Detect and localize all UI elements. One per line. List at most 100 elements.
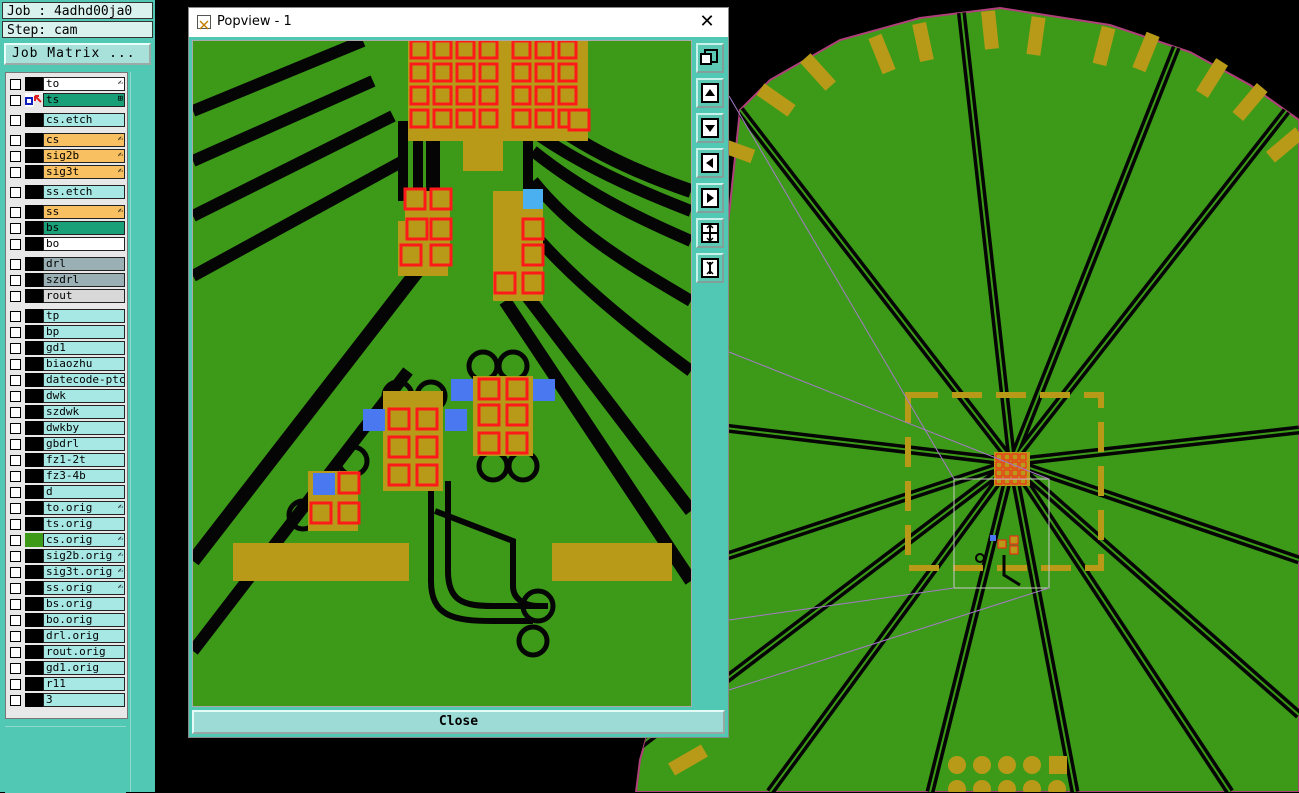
layer-checkbox[interactable] [10, 567, 21, 578]
layer-name[interactable]: r11 [43, 677, 125, 691]
layer-row[interactable]: dwk [7, 389, 125, 403]
layer-row[interactable]: gd1 [7, 341, 125, 355]
layer-checkbox[interactable] [10, 535, 21, 546]
layer-row[interactable]: gbdrl [7, 437, 125, 451]
layer-checkbox[interactable] [10, 95, 21, 106]
layer-marker[interactable] [25, 289, 43, 303]
layer-row[interactable]: dwkby [7, 421, 125, 435]
zoom-in-icon[interactable] [696, 218, 724, 248]
layer-checkbox[interactable] [10, 327, 21, 338]
layer-row[interactable]: bo.orig [7, 613, 125, 627]
layer-marker[interactable] [25, 549, 43, 563]
layer-name[interactable]: d [43, 485, 125, 499]
layer-row[interactable]: bs.orig [7, 597, 125, 611]
layer-row[interactable]: d [7, 485, 125, 499]
layer-row[interactable]: cs ✍ [7, 133, 125, 147]
layer-marker[interactable] [25, 613, 43, 627]
layer-row[interactable]: r11 [7, 677, 125, 691]
layer-marker[interactable] [25, 77, 43, 91]
layer-marker[interactable] [25, 357, 43, 371]
pan-right-icon[interactable] [696, 183, 724, 213]
layer-row[interactable]: fz3-4b [7, 469, 125, 483]
layer-marker[interactable] [25, 485, 43, 499]
layer-row[interactable]: ts ⊞ [7, 93, 125, 108]
layer-checkbox[interactable] [10, 223, 21, 234]
layer-name[interactable]: gd1 [43, 341, 125, 355]
layer-checkbox[interactable] [10, 375, 21, 386]
layer-marker[interactable] [25, 309, 43, 323]
layer-name[interactable]: bo.orig [43, 613, 125, 627]
panel-scrollbar[interactable] [130, 72, 153, 792]
layer-row[interactable]: sig2b ✍ [7, 149, 125, 163]
layer-checkbox[interactable] [10, 275, 21, 286]
layer-marker[interactable] [25, 533, 43, 547]
layer-row[interactable]: sig3t.orig ✍ [7, 565, 125, 579]
layer-checkbox[interactable] [10, 487, 21, 498]
zoom-out-icon[interactable] [696, 253, 724, 283]
layer-marker[interactable] [25, 133, 43, 147]
layer-row[interactable]: drl [7, 257, 125, 271]
layer-row[interactable]: sig2b.orig ✍ [7, 549, 125, 563]
layer-marker[interactable] [25, 645, 43, 659]
layer-checkbox[interactable] [10, 423, 21, 434]
layer-marker[interactable] [25, 165, 43, 179]
layer-checkbox[interactable] [10, 663, 21, 674]
layer-checkbox[interactable] [10, 187, 21, 198]
layer-name[interactable]: cs.orig [43, 533, 125, 547]
layer-row[interactable]: bp [7, 325, 125, 339]
layer-checkbox[interactable] [10, 151, 21, 162]
pan-up-icon[interactable] [696, 78, 724, 108]
layer-name[interactable]: fz1-2t [43, 453, 125, 467]
layer-checkbox[interactable] [10, 343, 21, 354]
layer-name[interactable]: sig2b.orig [43, 549, 125, 563]
layer-row[interactable]: biaozhu [7, 357, 125, 371]
layer-row[interactable]: ss ✍ [7, 205, 125, 219]
layer-name[interactable]: bs [43, 221, 125, 235]
layer-marker[interactable] [25, 677, 43, 691]
layer-checkbox[interactable] [10, 615, 21, 626]
layer-name[interactable]: sig3t.orig [43, 565, 125, 579]
layer-marker[interactable] [25, 257, 43, 271]
layer-name[interactable]: sig2b [43, 149, 125, 163]
layer-name[interactable]: ts [43, 93, 125, 107]
layer-marker[interactable] [25, 453, 43, 467]
layer-name[interactable]: cs [43, 133, 125, 147]
layer-marker[interactable] [25, 221, 43, 235]
layer-row[interactable]: gd1.orig [7, 661, 125, 675]
layer-checkbox[interactable] [10, 167, 21, 178]
pan-left-icon[interactable] [696, 148, 724, 178]
layer-name[interactable]: fz3-4b [43, 469, 125, 483]
layer-checkbox[interactable] [10, 115, 21, 126]
layer-checkbox[interactable] [10, 599, 21, 610]
layer-name[interactable]: gd1.orig [43, 661, 125, 675]
layer-marker[interactable] [25, 325, 43, 339]
layer-name[interactable]: ts.orig [43, 517, 125, 531]
popview-titlebar[interactable]: Popview - 1 ✕ [189, 8, 728, 37]
layer-name[interactable]: ss.orig [43, 581, 125, 595]
layer-name[interactable]: to [43, 77, 125, 91]
layer-checkbox[interactable] [10, 207, 21, 218]
layer-name[interactable]: ss [43, 205, 125, 219]
layer-name[interactable]: szdwk [43, 405, 125, 419]
layer-row[interactable]: tp [7, 309, 125, 323]
close-icon[interactable]: ✕ [692, 10, 722, 34]
layer-checkbox[interactable] [10, 407, 21, 418]
layer-checkbox[interactable] [10, 79, 21, 90]
layer-marker[interactable] [25, 581, 43, 595]
layer-row[interactable]: cs.etch [7, 113, 125, 127]
layer-name[interactable]: dwkby [43, 421, 125, 435]
layer-checkbox[interactable] [10, 503, 21, 514]
close-button[interactable]: Close [192, 710, 725, 734]
zoom-fit-icon[interactable] [696, 43, 724, 73]
popview-viewport[interactable] [192, 40, 692, 707]
layer-name[interactable]: 3 [43, 693, 125, 707]
layer-marker[interactable] [25, 185, 43, 199]
layer-checkbox[interactable] [10, 391, 21, 402]
layer-row[interactable]: fz1-2t [7, 453, 125, 467]
layer-name[interactable]: tp [43, 309, 125, 323]
layer-checkbox[interactable] [10, 135, 21, 146]
layer-marker[interactable] [25, 565, 43, 579]
layer-name[interactable]: ss.etch [43, 185, 125, 199]
layer-marker[interactable] [25, 629, 43, 643]
layer-checkbox[interactable] [10, 239, 21, 250]
